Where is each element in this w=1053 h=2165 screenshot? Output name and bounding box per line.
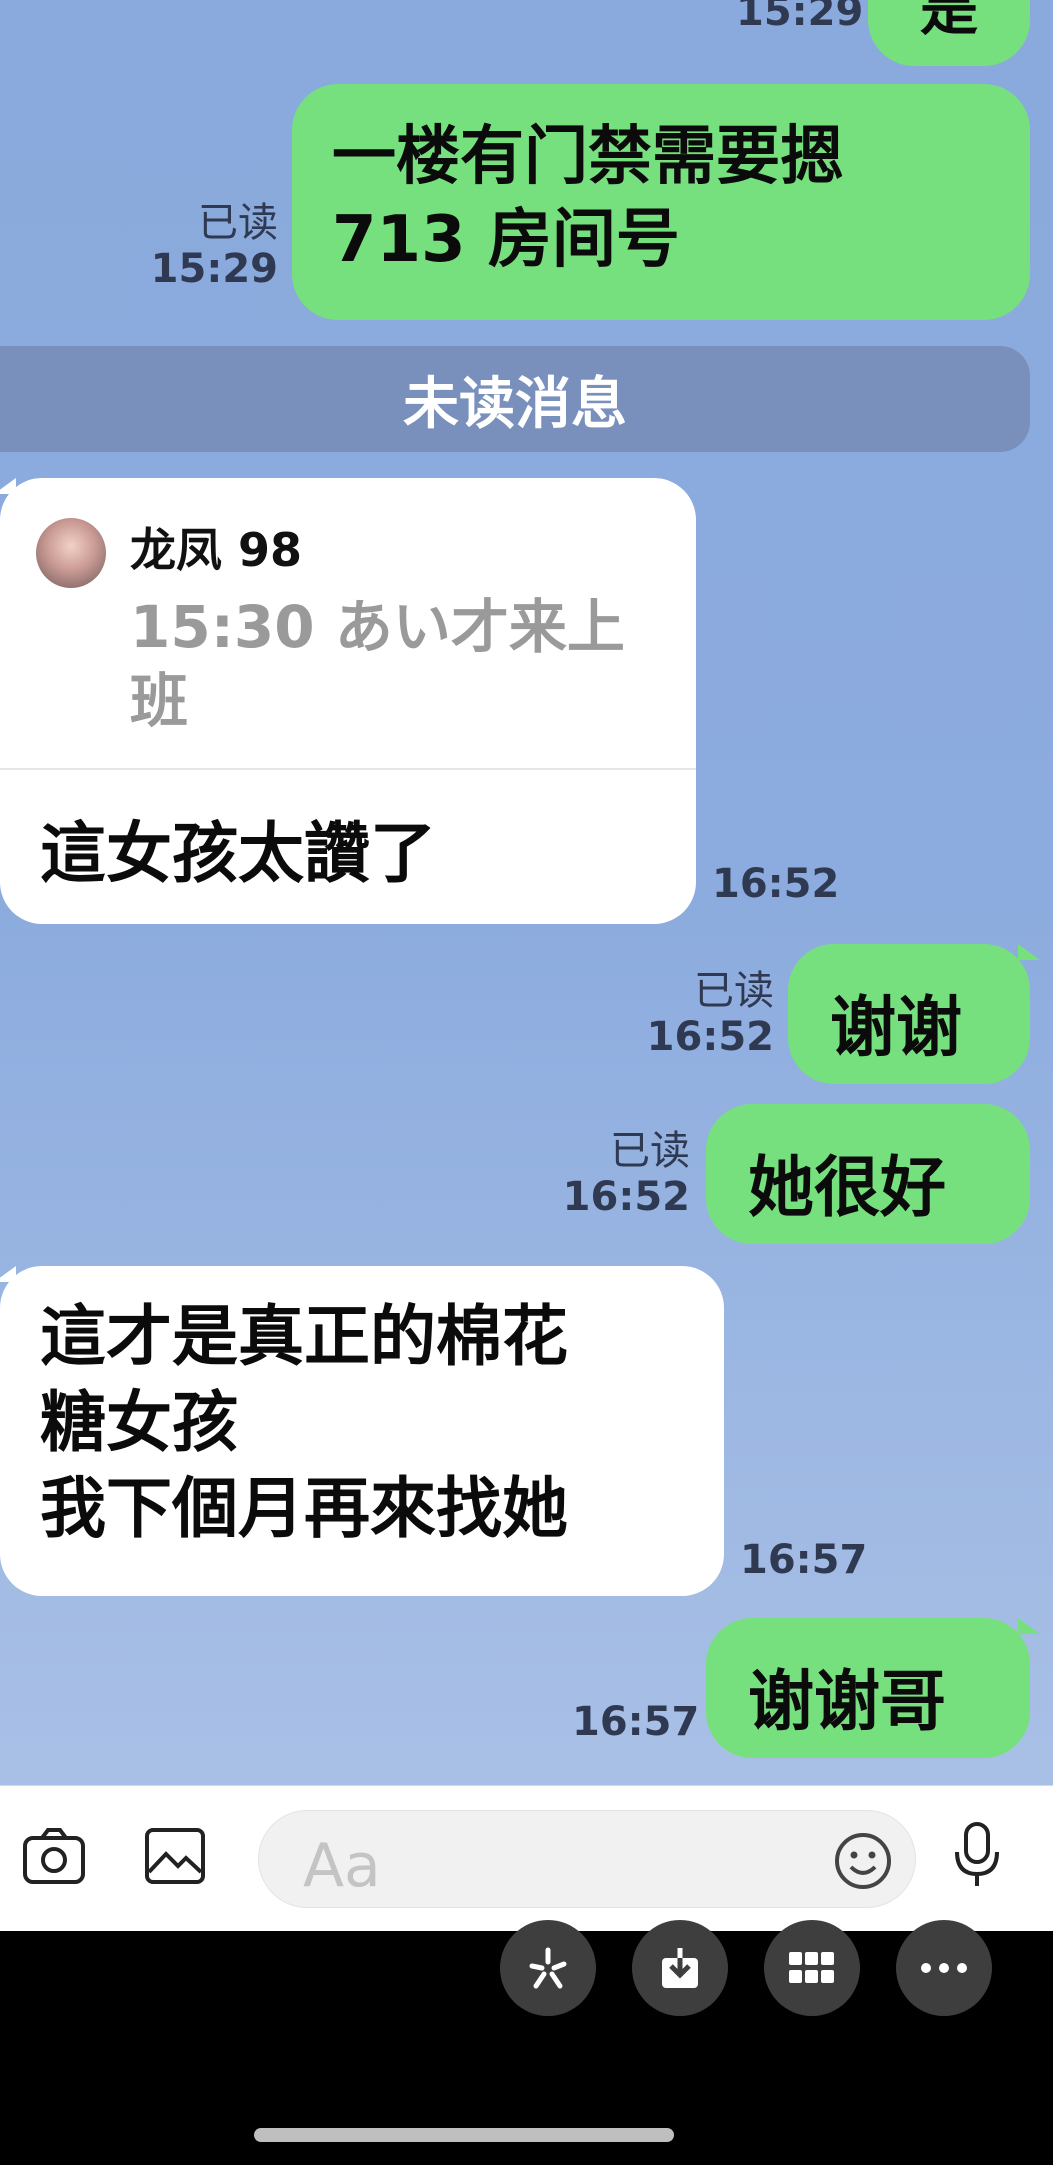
- avatar: [36, 518, 106, 588]
- sent-message-bubble[interactable]: 她很好: [706, 1104, 1030, 1244]
- bubble-tail: [1018, 944, 1040, 960]
- bubble-tail: [1018, 1618, 1040, 1634]
- message-text-line: 這才是真正的棉花: [40, 1298, 568, 1375]
- quoted-line: 班: [130, 667, 189, 736]
- message-time: 16:52: [562, 1174, 690, 1220]
- message-time: 16:52: [712, 861, 840, 907]
- sent-message-bubble[interactable]: 一楼有门禁需要摁 713 房间号: [292, 84, 1030, 320]
- message-meta: 已读 15:29: [148, 200, 278, 292]
- read-receipt: 已读: [610, 1128, 690, 1174]
- message-text-line: 糖女孩: [40, 1383, 238, 1461]
- reply-quote[interactable]: 龙凤 98 15:30 あい才来上 班: [0, 478, 696, 770]
- image-icon[interactable]: [144, 1826, 206, 1890]
- download-icon[interactable]: [632, 1920, 728, 2016]
- sparkle-icon[interactable]: [500, 1920, 596, 2016]
- message-text-line: 一楼有门禁需要摁: [332, 120, 844, 194]
- message-time: 15:29: [736, 0, 864, 35]
- camera-icon[interactable]: [22, 1826, 86, 1890]
- message-meta: 已读 16:52: [640, 968, 774, 1060]
- chat-area[interactable]: 15:29 是 已读 15:29 一楼有门禁需要摁 713 房间号 未读消息 龙…: [0, 0, 1053, 1785]
- message-input[interactable]: Aa: [258, 1810, 916, 1908]
- more-icon[interactable]: [896, 1920, 992, 2016]
- received-message-bubble[interactable]: 龙凤 98 15:30 あい才来上 班 這女孩太讚了: [0, 478, 696, 924]
- message-text-line: 我下個月再來找她: [40, 1469, 568, 1547]
- microphone-icon[interactable]: [950, 1820, 1004, 1894]
- quoted-sender-name: 龙凤 98: [130, 523, 303, 577]
- message-meta: 已读 16:52: [560, 1128, 690, 1220]
- quoted-message-text: 15:30 あい才来上 班: [130, 590, 690, 738]
- emoji-icon[interactable]: [833, 1831, 893, 1895]
- message-time: 16:52: [646, 1014, 774, 1060]
- home-indicator[interactable]: [254, 2128, 674, 2142]
- grid-icon[interactable]: [764, 1920, 860, 2016]
- unread-messages-divider: 未读消息: [0, 346, 1030, 452]
- message-text: 是: [920, 0, 979, 43]
- message-text: 谢谢哥: [748, 1663, 946, 1740]
- message-text: 這女孩太讚了: [40, 815, 436, 892]
- quoted-line: 15:30 あい才来上: [130, 593, 625, 661]
- sent-message-bubble[interactable]: 谢谢哥: [706, 1618, 1030, 1758]
- sent-message-bubble[interactable]: 是: [868, 0, 1030, 66]
- received-message-bubble[interactable]: 這才是真正的棉花 糖女孩 我下個月再來找她: [0, 1266, 724, 1596]
- message-time: 16:57: [740, 1537, 868, 1583]
- message-text-line: 713 房间号: [332, 203, 680, 278]
- message-text: 谢谢: [830, 989, 962, 1066]
- message-time: 15:29: [150, 246, 278, 292]
- read-receipt: 已读: [694, 968, 774, 1014]
- message-text: 她很好: [748, 1149, 946, 1226]
- read-receipt: 已读: [198, 200, 278, 246]
- input-placeholder: Aa: [303, 1831, 381, 1901]
- message-input-bar: Aa: [0, 1785, 1053, 1931]
- sent-message-bubble[interactable]: 谢谢: [788, 944, 1030, 1084]
- message-time: 16:57: [572, 1699, 700, 1745]
